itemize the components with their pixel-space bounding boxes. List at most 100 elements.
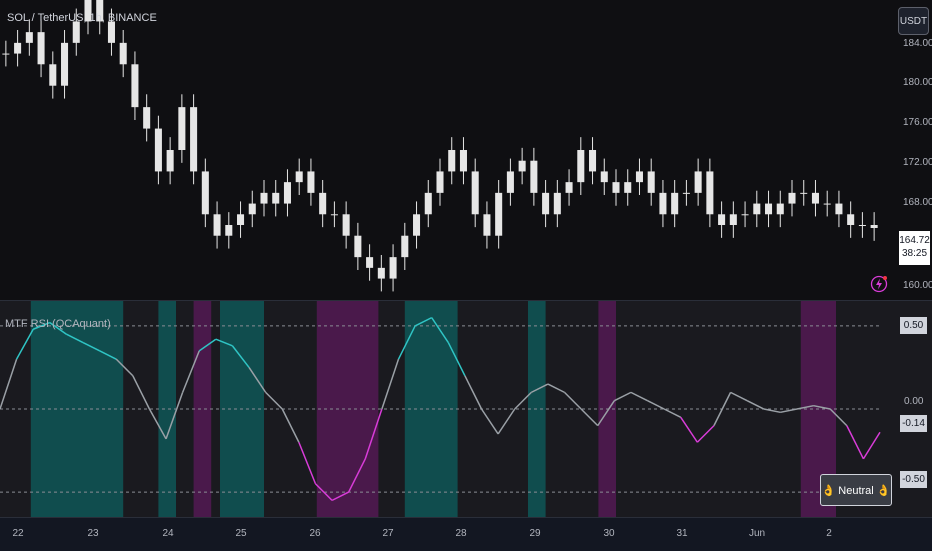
candle-body — [354, 235, 362, 258]
rsi-line-segment — [298, 441, 317, 485]
time-label: 27 — [382, 528, 394, 539]
time-label: Jun — [748, 528, 766, 539]
candle-body — [2, 53, 10, 55]
rsi-level-tag: 0.50 — [900, 317, 927, 334]
candle-body — [835, 203, 843, 215]
neutral-badge: 👌 Neutral 👌 — [820, 474, 892, 506]
bull-zone — [404, 301, 458, 517]
candle-body — [612, 182, 620, 193]
rsi-pane[interactable]: MTF RSI (QCAquant) 0.50 0.00 -0.14 -0.50… — [0, 301, 932, 517]
last-price-tag: 164.72 38:25 — [899, 231, 930, 265]
candle-body — [237, 214, 245, 225]
rsi-line-segment — [281, 408, 300, 443]
candle-body — [178, 107, 186, 150]
candle-body — [342, 214, 350, 236]
time-label: 2 — [826, 528, 832, 539]
candle-body — [330, 214, 338, 216]
time-label: 25 — [235, 528, 247, 539]
rsi-line-segment — [746, 400, 765, 410]
rsi-line-segment — [763, 408, 781, 414]
candle-body — [788, 192, 796, 204]
candle-body — [131, 64, 139, 108]
candle-body — [765, 203, 773, 215]
candle-body — [671, 192, 679, 215]
candle-body — [811, 192, 819, 204]
candle-body — [319, 192, 327, 215]
candle-body — [870, 225, 878, 228]
candle-body — [389, 257, 397, 279]
time-label: 28 — [455, 528, 467, 539]
rsi-line-segment — [497, 408, 516, 435]
time-label: 24 — [162, 528, 174, 539]
rsi-line-segment — [862, 431, 881, 460]
rsi-line-segment — [563, 391, 582, 410]
candle-body — [154, 128, 162, 172]
candle-body — [600, 171, 608, 183]
rsi-axis-label: 0.00 — [904, 396, 924, 407]
candle-body — [776, 203, 784, 215]
rsi-line-segment — [547, 383, 565, 394]
candle-body — [283, 182, 291, 204]
candle-body — [248, 203, 256, 215]
rsi-line-segment — [846, 425, 865, 460]
candle-body — [107, 21, 115, 43]
candle-body — [424, 192, 432, 215]
rsi-line-segment — [265, 391, 283, 410]
candle-body — [565, 182, 573, 193]
candle-body — [377, 267, 385, 279]
rsi-chart[interactable] — [0, 301, 932, 517]
candle-body — [589, 150, 597, 172]
rsi-line-segment — [663, 408, 682, 418]
candle-body — [647, 171, 655, 193]
candle-body — [401, 235, 409, 258]
candle-body — [624, 182, 632, 193]
candle-body — [858, 225, 866, 226]
time-label: 26 — [309, 528, 321, 539]
bull-zone — [158, 301, 176, 517]
candle-body — [694, 171, 702, 193]
candle-body — [741, 214, 749, 216]
price-axis-label: 184.00 — [903, 38, 932, 49]
price-pane[interactable]: SOL / TetherUS, 1h, BINANCE USDT 184.00 … — [0, 0, 932, 300]
rsi-line-segment — [15, 328, 34, 360]
rsi-line-segment — [614, 391, 632, 402]
candle-countdown: 38:25 — [901, 248, 928, 259]
rsi-line-segment — [580, 408, 599, 427]
candle-body — [659, 192, 667, 215]
rsi-level-tag: -0.50 — [900, 471, 927, 488]
candle-body — [366, 257, 374, 268]
candle-body — [518, 160, 526, 172]
candle-body — [706, 171, 714, 215]
rsi-line-segment — [0, 358, 18, 410]
candle-body — [436, 171, 444, 193]
currency-button[interactable]: USDT — [898, 7, 929, 35]
candle-body — [37, 32, 45, 65]
candle-body — [413, 214, 421, 236]
price-axis-label: 160.00 — [903, 280, 932, 291]
chart-root: SOL / TetherUS, 1h, BINANCE USDT 184.00 … — [0, 0, 932, 551]
candle-body — [823, 203, 831, 205]
candle-body — [483, 214, 491, 236]
indicator-title[interactable]: MTF RSI (QCAquant) — [5, 318, 111, 330]
time-label: 30 — [603, 528, 615, 539]
rsi-line-segment — [647, 400, 665, 410]
rsi-line-segment — [480, 408, 499, 435]
candle-body — [506, 171, 514, 193]
candle-body — [577, 150, 585, 183]
candle-body — [495, 192, 503, 236]
last-price: 164.72 — [899, 235, 930, 246]
bolt-icon[interactable] — [870, 275, 888, 293]
candle-body — [61, 42, 69, 86]
rsi-line-segment — [132, 375, 151, 410]
candle-body — [800, 192, 808, 194]
time-label: 31 — [676, 528, 688, 539]
candle-body — [530, 160, 538, 193]
candle-body — [119, 42, 127, 65]
price-axis-label: 172.00 — [903, 157, 932, 168]
time-label: 23 — [87, 528, 99, 539]
time-axis[interactable]: 22 23 24 25 26 27 28 29 30 31 Jun 2 — [0, 517, 932, 551]
price-chart[interactable] — [0, 0, 932, 300]
candle-body — [260, 192, 268, 204]
price-axis-label: 180.00 — [903, 77, 932, 88]
candle-body — [190, 107, 198, 172]
